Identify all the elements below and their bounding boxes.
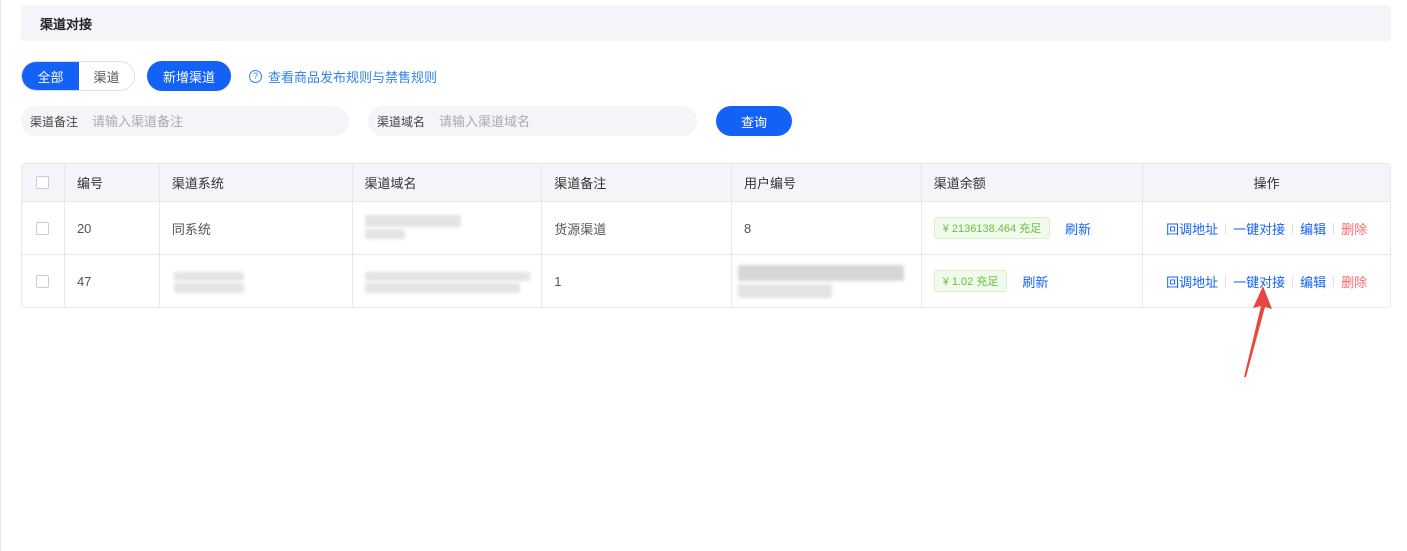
channel-table: 编号 渠道系统 渠道域名 渠道备注 用户编号 渠道余额 操作 20 同系统 货源… [21, 163, 1391, 308]
column-header-remark: 渠道备注 [541, 164, 731, 201]
redacted-block [737, 265, 904, 281]
query-button[interactable]: 查询 [716, 106, 792, 136]
redacted-block [364, 283, 520, 293]
filter-channel-button[interactable]: 渠道 [79, 62, 134, 90]
row-select-cell [22, 202, 64, 254]
toolbar: 全部 渠道 新增渠道 ? 查看商品发布规则与禁售规则 [21, 61, 437, 91]
one-click-connect-link[interactable]: 一键对接 [1233, 219, 1285, 238]
column-header-actions: 操作 [1142, 164, 1390, 201]
redacted-block [364, 229, 405, 239]
add-channel-button[interactable]: 新增渠道 [147, 61, 231, 91]
row-user-id-redacted [730, 255, 921, 307]
redacted-block [173, 283, 244, 293]
divider [1225, 222, 1227, 234]
delete-link[interactable]: 删除 [1341, 272, 1367, 291]
select-all-checkbox[interactable] [36, 176, 50, 189]
redacted-block [737, 284, 832, 298]
divider [1333, 275, 1335, 287]
remark-search-input[interactable] [92, 113, 313, 129]
edit-link[interactable]: 编辑 [1300, 219, 1326, 238]
page-title-bar: 渠道对接 [21, 5, 1391, 41]
domain-search-label: 渠道域名 [377, 114, 426, 129]
row-select-cell [22, 255, 64, 307]
domain-search-field: 渠道域名 [368, 106, 697, 136]
annotation-arrow-icon [1244, 286, 1272, 377]
column-header-domain: 渠道域名 [351, 164, 542, 201]
row-balance-cell: ¥ 2136138.464 充足 刷新 [920, 202, 1143, 254]
row-system-redacted [158, 255, 352, 307]
domain-search-input[interactable] [439, 113, 660, 129]
filter-toggle: 全部 渠道 [21, 61, 135, 91]
table-header-row: 编号 渠道系统 渠道域名 渠道备注 用户编号 渠道余额 操作 [22, 164, 1390, 201]
divider [1333, 222, 1335, 234]
balance-badge: ¥ 1.02 充足 [933, 270, 1008, 292]
divider [1292, 275, 1294, 287]
row-remark: 1 [541, 255, 731, 307]
redacted-block [364, 215, 461, 227]
question-circle-icon: ? [249, 69, 262, 83]
row-checkbox[interactable] [36, 221, 50, 235]
column-header-id: 编号 [63, 164, 159, 201]
filter-all-button[interactable]: 全部 [22, 62, 79, 90]
row-domain-redacted [351, 202, 542, 254]
column-header-user-id: 用户编号 [730, 164, 921, 201]
remark-search-label: 渠道备注 [30, 114, 79, 129]
divider [1292, 222, 1294, 234]
header-select-cell [22, 164, 64, 201]
row-id: 47 [63, 255, 159, 307]
callback-url-link[interactable]: 回调地址 [1166, 219, 1218, 238]
row-system: 同系统 [158, 202, 352, 254]
row-domain-redacted [351, 255, 542, 307]
balance-badge: ¥ 2136138.464 充足 [933, 217, 1051, 239]
divider [1225, 275, 1227, 287]
callback-url-link[interactable]: 回调地址 [1166, 272, 1218, 291]
row-checkbox[interactable] [36, 274, 50, 288]
edit-link[interactable]: 编辑 [1300, 272, 1326, 291]
table-row: 47 1 ¥ 1.02 充足 刷新 回调地址 一键对接 编辑 删除 [22, 254, 1390, 307]
column-header-balance: 渠道余额 [920, 164, 1143, 201]
row-id: 20 [63, 202, 159, 254]
page-title: 渠道对接 [40, 16, 93, 32]
refresh-balance-link[interactable]: 刷新 [1065, 219, 1091, 238]
redacted-block [364, 272, 530, 281]
redacted-block [173, 272, 244, 281]
remark-search-field: 渠道备注 [21, 106, 349, 136]
rules-help-label: 查看商品发布规则与禁售规则 [268, 69, 438, 85]
row-user-id: 8 [730, 202, 921, 254]
column-header-system: 渠道系统 [158, 164, 352, 201]
refresh-balance-link[interactable]: 刷新 [1022, 272, 1048, 291]
row-balance-cell: ¥ 1.02 充足 刷新 [920, 255, 1143, 307]
row-actions: 回调地址 一键对接 编辑 删除 [1142, 202, 1390, 254]
rules-help-link[interactable]: ? 查看商品发布规则与禁售规则 [249, 67, 437, 86]
delete-link[interactable]: 删除 [1341, 219, 1367, 238]
table-row: 20 同系统 货源渠道 8 ¥ 2136138.464 充足 刷新 回调地址 一… [22, 201, 1390, 254]
row-remark: 货源渠道 [541, 202, 731, 254]
